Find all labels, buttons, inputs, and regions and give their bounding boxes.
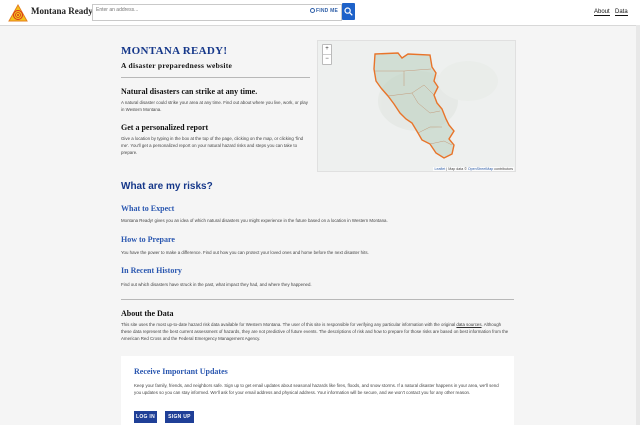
crosshair-icon bbox=[310, 8, 316, 13]
zoom-control: + − bbox=[322, 44, 332, 65]
about-data-heading: About the Data bbox=[121, 309, 174, 318]
data-sources-link[interactable]: data sources bbox=[456, 322, 481, 327]
brand-name[interactable]: Montana Ready! bbox=[31, 6, 96, 16]
strike-text: A natural disaster could strike your are… bbox=[121, 100, 308, 112]
search-button[interactable] bbox=[342, 3, 355, 20]
divider bbox=[121, 299, 514, 300]
about-data-text: This site uses the most up-to-date hazar… bbox=[121, 322, 509, 341]
find-me-label: FIND ME bbox=[316, 8, 338, 14]
recent-history-text: Find out which disasters have struck in … bbox=[121, 282, 312, 287]
map-attribution: Leaflet | Map data © OpenStreetMap contr… bbox=[433, 167, 514, 171]
zoom-in-button[interactable]: + bbox=[323, 45, 331, 55]
montana-ready-logo-icon[interactable] bbox=[8, 4, 28, 22]
top-bar: Montana Ready! FIND ME About Data bbox=[0, 0, 640, 26]
recent-history-link[interactable]: In Recent History bbox=[121, 266, 182, 275]
address-search-box[interactable]: FIND ME bbox=[92, 4, 342, 21]
updates-card: Receive Important Updates Keep your fami… bbox=[121, 356, 514, 425]
what-to-expect-text: Montana Ready! gives you an idea of whic… bbox=[121, 218, 388, 223]
leaflet-link[interactable]: Leaflet bbox=[434, 167, 445, 171]
address-search-input[interactable] bbox=[96, 7, 296, 13]
scrollbar[interactable] bbox=[636, 25, 640, 425]
what-to-expect-link[interactable]: What to Expect bbox=[121, 204, 174, 213]
report-text: Give a location by typing in the box at … bbox=[121, 136, 304, 155]
sign-up-button[interactable]: SIGN UP bbox=[165, 411, 194, 423]
strike-heading: Natural disasters can strike at any time… bbox=[121, 87, 258, 96]
log-in-button[interactable]: LOG IN bbox=[134, 411, 157, 423]
risks-title: What are my risks? bbox=[121, 181, 213, 192]
find-me-button[interactable]: FIND ME bbox=[310, 8, 338, 14]
openstreetmap-link[interactable]: OpenStreetMap bbox=[468, 167, 493, 171]
zoom-out-button[interactable]: − bbox=[323, 55, 331, 64]
page-subtitle: A disaster preparedness website bbox=[121, 61, 233, 70]
page-title: MONTANA READY! bbox=[121, 45, 228, 57]
updates-text: Keep your family, friends, and neighbors… bbox=[134, 383, 499, 395]
nav-about-link[interactable]: About bbox=[594, 9, 610, 16]
nav-data-link[interactable]: Data bbox=[615, 9, 628, 16]
hazard-map[interactable]: + − Leaflet | Map data © OpenStreetMap c… bbox=[317, 40, 516, 172]
how-to-prepare-text: You have the power to make a difference.… bbox=[121, 250, 369, 255]
divider bbox=[121, 77, 310, 78]
map-region-svg bbox=[373, 52, 498, 159]
search-icon bbox=[344, 7, 353, 16]
updates-heading: Receive Important Updates bbox=[134, 367, 228, 376]
how-to-prepare-link[interactable]: How to Prepare bbox=[121, 235, 175, 244]
report-heading: Get a personalized report bbox=[121, 123, 209, 132]
